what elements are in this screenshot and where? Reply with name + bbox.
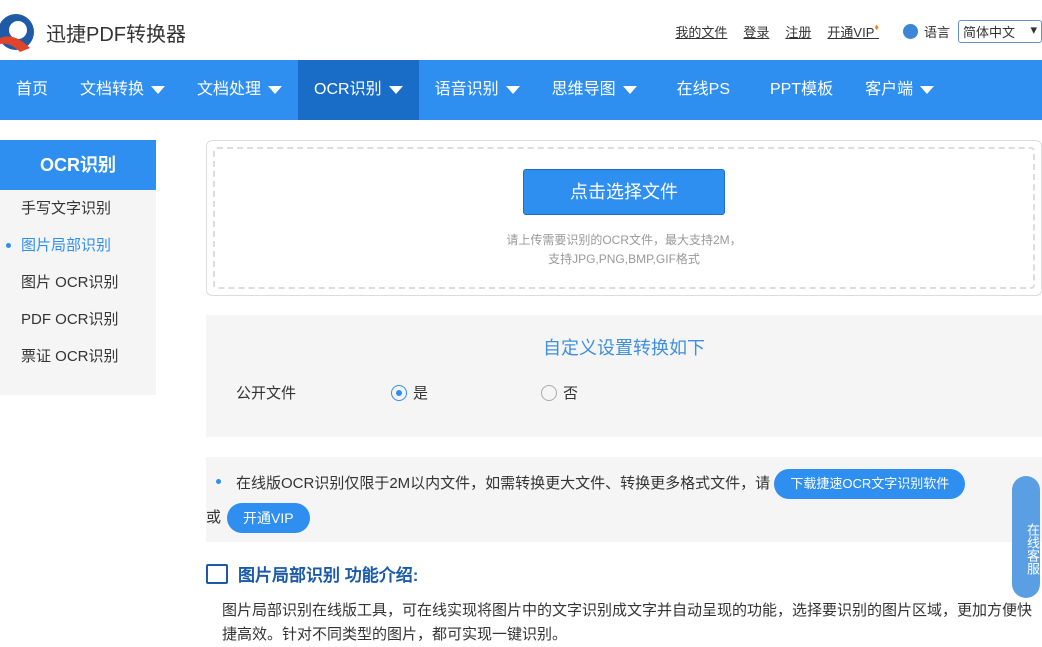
radio-yes[interactable] (391, 385, 407, 401)
settings-panel: 自定义设置转换如下 公开文件 是 否 (206, 315, 1042, 437)
globe-icon (903, 24, 918, 39)
notice-or: 或 (206, 509, 221, 526)
nav-doc-process[interactable]: 文档处理 (181, 60, 298, 120)
sidebar: OCR识别 手写文字识别 图片局部识别 图片 OCR识别 PDF OCR识别 票… (0, 140, 156, 395)
caret-down-icon (268, 86, 282, 94)
newspaper-icon (206, 564, 228, 584)
vip-link[interactable]: 开通VIP♦ (827, 22, 879, 41)
nav-label: 首页 (16, 60, 48, 120)
radio-no-label: 否 (563, 382, 578, 403)
nav-online-ps[interactable]: 在线PS (653, 60, 754, 120)
sidebar-item-image-ocr[interactable]: 图片 OCR识别 (0, 264, 156, 301)
nav-ocr[interactable]: OCR识别 (298, 60, 419, 120)
feature-heading: 图片局部识别 功能介绍: (206, 561, 418, 586)
caret-down-icon (920, 86, 934, 94)
nav-label: OCR识别 (314, 60, 382, 120)
feature-title: 图片局部识别 功能介绍: (238, 561, 418, 586)
sidebar-item-ticket-ocr[interactable]: 票证 OCR识别 (0, 338, 156, 375)
sidebar-title: OCR识别 (0, 140, 156, 190)
language-select[interactable]: 简体中文 ▾ (958, 20, 1042, 43)
open-vip-button[interactable]: 开通VIP (227, 503, 310, 533)
nav-label: 客户端 (865, 60, 913, 120)
notice-text: 在线版OCR识别仅限于2M以内文件，如需转换更大文件、转换更多格式文件，请 (236, 475, 770, 492)
choose-file-button[interactable]: 点击选择文件 (523, 169, 725, 215)
download-software-button[interactable]: 下载捷速OCR文字识别软件 (774, 469, 965, 499)
upload-hint: 请上传需要识别的OCR文件，最大支持2M， (215, 231, 1033, 250)
main-nav: 首页 文档转换 文档处理 OCR识别 语音识别 思维导图 在线PS PPT模板 … (0, 60, 1042, 120)
nav-client[interactable]: 客户端 (849, 60, 950, 120)
fire-icon: ♦ (874, 22, 879, 32)
logo-icon[interactable] (0, 12, 36, 52)
upload-formats: 支持JPG,PNG,BMP,GIF格式 (215, 250, 1033, 269)
nav-ppt[interactable]: PPT模板 (754, 60, 849, 120)
nav-label: 语音识别 (435, 60, 499, 120)
sidebar-item-partial[interactable]: 图片局部识别 (0, 227, 156, 264)
nav-label: 在线PS (677, 60, 730, 120)
brand-name[interactable]: 迅捷PDF转换器 (46, 18, 186, 47)
caret-down-icon (506, 86, 520, 94)
radio-yes-label: 是 (413, 382, 541, 403)
caret-down-icon (389, 86, 403, 94)
my-files-link[interactable]: 我的文件 (675, 22, 727, 41)
caret-down-icon (151, 86, 165, 94)
nav-home[interactable]: 首页 (0, 60, 64, 120)
upload-area[interactable]: 点击选择文件 请上传需要识别的OCR文件，最大支持2M，支持JPG,PNG,BM… (206, 140, 1042, 296)
nav-mindmap[interactable]: 思维导图 (536, 60, 653, 120)
radio-no[interactable] (541, 385, 557, 401)
vip-label: 开通VIP (827, 25, 874, 40)
settings-title: 自定义设置转换如下 (206, 334, 1042, 360)
sidebar-item-pdf-ocr[interactable]: PDF OCR识别 (0, 301, 156, 338)
nav-doc-convert[interactable]: 文档转换 (64, 60, 181, 120)
notice: 在线版OCR识别仅限于2M以内文件，如需转换更大文件、转换更多格式文件，请 下载… (206, 457, 1042, 542)
feature-description: 图片局部识别在线版工具，可在线实现将图片中的文字识别成文字并自动呈现的功能，选择… (222, 599, 1042, 647)
nav-label: 文档处理 (197, 60, 261, 120)
language-value: 简体中文 (963, 22, 1015, 41)
language-label: 语言 (924, 22, 950, 41)
header: 迅捷PDF转换器 我的文件 登录 注册 开通VIP♦ 语言 简体中文 ▾ (0, 0, 1042, 60)
login-link[interactable]: 登录 (743, 22, 769, 41)
nav-label: 文档转换 (80, 60, 144, 120)
caret-down-icon (623, 86, 637, 94)
register-link[interactable]: 注册 (785, 22, 811, 41)
sidebar-item-handwriting[interactable]: 手写文字识别 (0, 190, 156, 227)
nav-label: 思维导图 (552, 60, 616, 120)
nav-voice[interactable]: 语音识别 (419, 60, 536, 120)
online-service-button[interactable]: 在线客服 (1012, 476, 1040, 598)
dropdown-arrow-icon: ▾ (1030, 22, 1037, 41)
public-file-label: 公开文件 (236, 382, 391, 403)
nav-label: PPT模板 (770, 60, 833, 120)
